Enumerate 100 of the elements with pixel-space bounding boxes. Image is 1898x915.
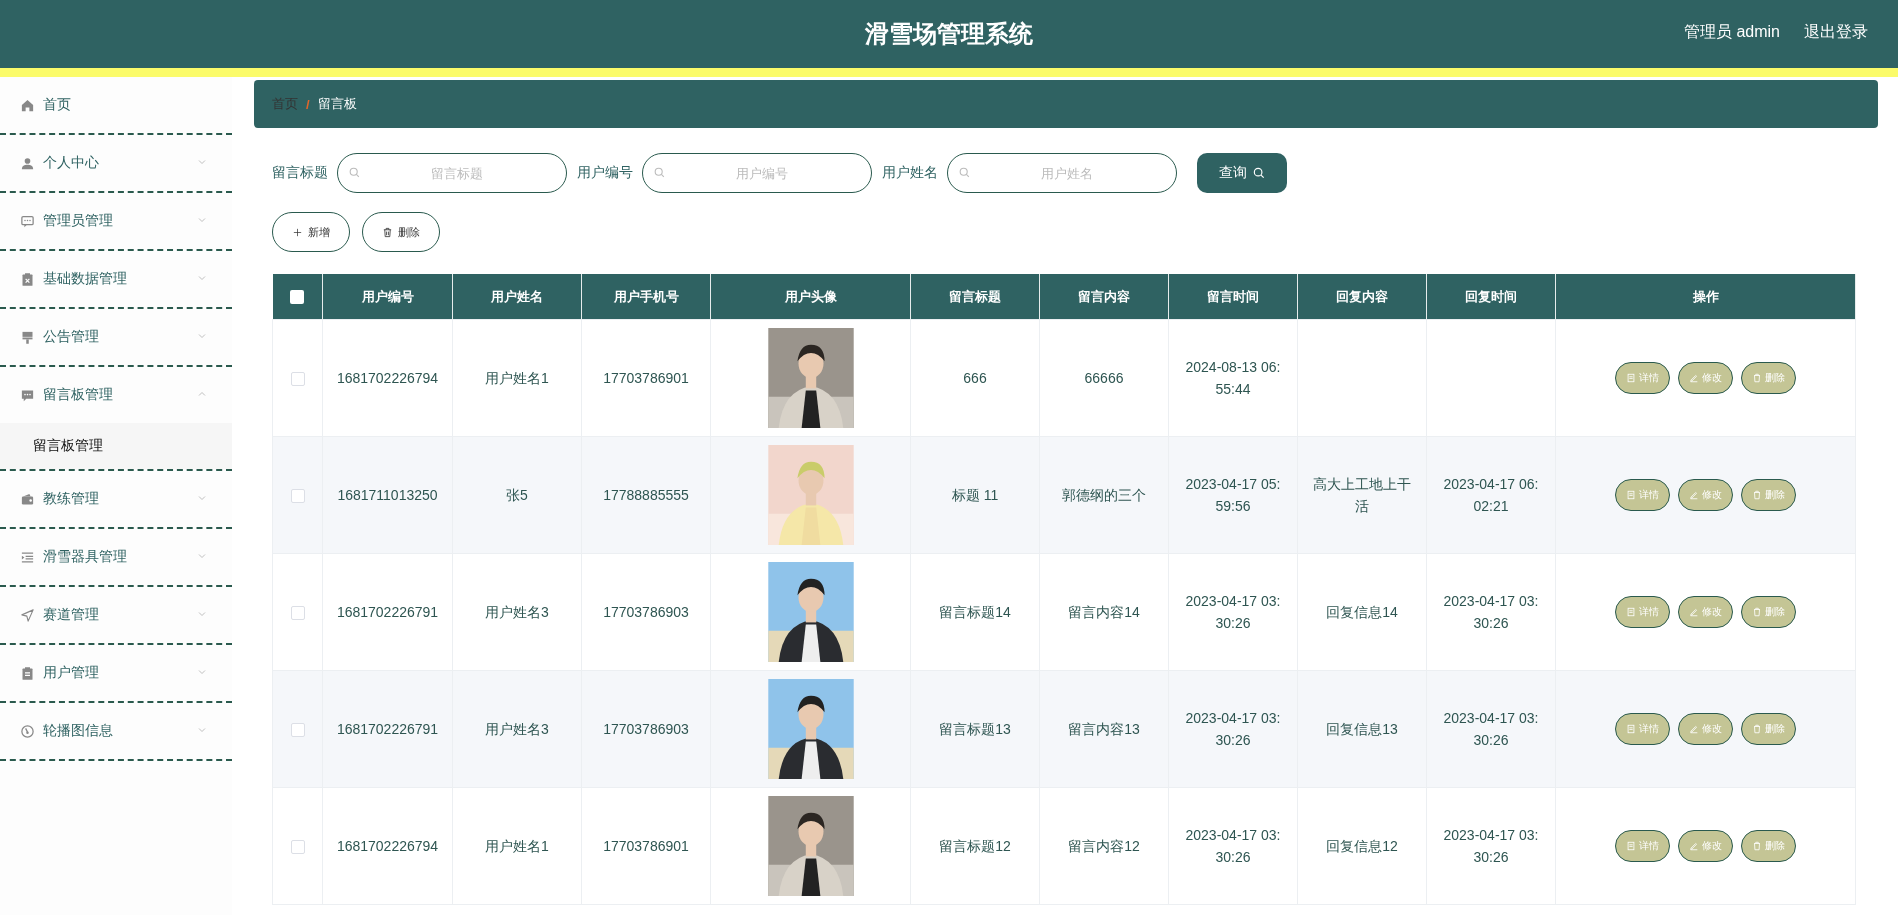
- menu-item[interactable]: 个人中心: [0, 135, 232, 193]
- app-title: 滑雪场管理系统: [865, 19, 1033, 49]
- table-cell: 2023-04-17 03:30:26: [1426, 787, 1556, 905]
- table-cell: 用户姓名3: [452, 670, 582, 788]
- document-icon: [1626, 841, 1636, 851]
- column-header: 用户编号: [322, 274, 453, 320]
- table-cell: 高大上工地上干活: [1297, 436, 1427, 554]
- pencil-icon: [1689, 373, 1699, 383]
- breadcrumb-link[interactable]: 留言板: [317, 95, 357, 113]
- table-cell: 2023-04-17 03:30:26: [1168, 670, 1298, 788]
- row-checkbox[interactable]: [290, 606, 305, 621]
- send-icon: [20, 607, 35, 623]
- search-field[interactable]: 留言标题: [337, 153, 567, 193]
- search-field[interactable]: 用户姓名: [947, 153, 1177, 193]
- table-cell: 回复信息14: [1297, 553, 1427, 671]
- table-cell: 2023-04-17 03:30:26: [1168, 787, 1298, 905]
- submenu-item[interactable]: 留言板管理: [0, 423, 232, 469]
- field-label: 用户编号: [577, 164, 633, 182]
- column-header: 留言内容: [1039, 274, 1169, 320]
- delete-button[interactable]: 删除: [362, 212, 440, 252]
- table-cell: 17703786901: [581, 319, 711, 437]
- list-icon: [20, 549, 35, 565]
- menu-item[interactable]: 首页: [0, 77, 232, 135]
- logout-link[interactable]: 退出登录: [1804, 22, 1868, 43]
- wallet-icon: [20, 491, 35, 507]
- table-cell: 1681702226794: [322, 787, 453, 905]
- row-checkbox[interactable]: [290, 723, 305, 738]
- column-header: 留言时间: [1168, 274, 1298, 320]
- trash-icon: [1752, 607, 1762, 617]
- table-cell: 17703786903: [581, 553, 711, 671]
- table-cell: 2023-04-17 03:30:26: [1168, 553, 1298, 671]
- column-header: 回复内容: [1297, 274, 1427, 320]
- table-cell: 留言内容12: [1039, 787, 1169, 905]
- menu-item[interactable]: 管理员管理: [0, 193, 232, 251]
- menu-item[interactable]: 公告管理: [0, 309, 232, 367]
- table-cell: 66666: [1039, 319, 1169, 437]
- row-checkbox[interactable]: [290, 489, 305, 504]
- search-icon: [653, 166, 666, 179]
- table-cell: 1681711013250: [322, 436, 453, 554]
- menu-item[interactable]: 基础数据管理: [0, 251, 232, 309]
- document-icon: [1626, 607, 1636, 617]
- trash-icon: [1752, 490, 1762, 500]
- menu-item[interactable]: 教练管理: [0, 471, 232, 529]
- column-header: 留言标题: [910, 274, 1040, 320]
- menu-item[interactable]: 赛道管理: [0, 587, 232, 645]
- table-cell: 留言标题14: [910, 553, 1040, 671]
- table-cell: 留言标题13: [910, 670, 1040, 788]
- table-cell: 666: [910, 319, 1040, 437]
- menu-item[interactable]: 留言板管理: [0, 367, 232, 423]
- menu-item[interactable]: 用户管理: [0, 645, 232, 703]
- table-cell: 1681702226791: [322, 670, 453, 788]
- add-button[interactable]: 新增: [272, 212, 350, 252]
- brush-icon: [20, 329, 35, 345]
- search-icon: [1251, 166, 1266, 180]
- select-all-checkbox[interactable]: [290, 290, 305, 305]
- table-cell: 17788885555: [581, 436, 711, 554]
- clipboard-icon: [20, 271, 35, 287]
- table-cell: 2024-08-13 06:55:44: [1168, 319, 1298, 437]
- table-cell: 2023-04-17 05:59:56: [1168, 436, 1298, 554]
- trash-icon: [382, 226, 393, 238]
- trash-icon: [1752, 373, 1762, 383]
- search-icon: [958, 166, 971, 179]
- row-checkbox[interactable]: [290, 840, 305, 855]
- search-field[interactable]: 用户编号: [642, 153, 872, 193]
- chat-icon: [20, 213, 35, 229]
- menu-item[interactable]: 滑雪器具管理: [0, 529, 232, 587]
- home-icon: [20, 97, 35, 113]
- document-icon: [1626, 373, 1636, 383]
- pencil-icon: [1689, 490, 1699, 500]
- trash-icon: [1752, 724, 1762, 734]
- table-cell: 17703786901: [581, 787, 711, 905]
- clipboard-icon: [20, 665, 35, 681]
- table-cell: 留言标题12: [910, 787, 1040, 905]
- breadcrumb-separator: /: [306, 96, 310, 112]
- pencil-icon: [1689, 724, 1699, 734]
- pencil-icon: [1689, 607, 1699, 617]
- menu-item[interactable]: 轮播图信息: [0, 703, 232, 761]
- column-header: 回复时间: [1426, 274, 1556, 320]
- table-cell: 用户姓名1: [452, 787, 582, 905]
- search-icon: [348, 166, 361, 179]
- table-cell: 回复信息13: [1297, 670, 1427, 788]
- table-cell: 1681702226794: [322, 319, 453, 437]
- table-cell: 1681702226791: [322, 553, 453, 671]
- table-cell: 标题 11: [910, 436, 1040, 554]
- document-icon: [1626, 724, 1636, 734]
- table-cell: 2023-04-17 03:30:26: [1426, 553, 1556, 671]
- table-cell: 2023-04-17 03:30:26: [1426, 670, 1556, 788]
- table-cell: 郭德纲的三个: [1039, 436, 1169, 554]
- user-icon: [20, 155, 35, 171]
- table-cell: 留言内容13: [1039, 670, 1169, 788]
- pencil-icon: [1689, 841, 1699, 851]
- document-icon: [1626, 490, 1636, 500]
- table-cell: 回复信息12: [1297, 787, 1427, 905]
- search-button[interactable]: 查询: [1197, 153, 1287, 193]
- row-checkbox[interactable]: [290, 372, 305, 387]
- field-label: 用户姓名: [882, 164, 938, 182]
- column-header: 用户姓名: [452, 274, 582, 320]
- table-cell: 2023-04-17 06:02:21: [1426, 436, 1556, 554]
- table-cell: 用户姓名1: [452, 319, 582, 437]
- table-cell: 用户姓名3: [452, 553, 582, 671]
